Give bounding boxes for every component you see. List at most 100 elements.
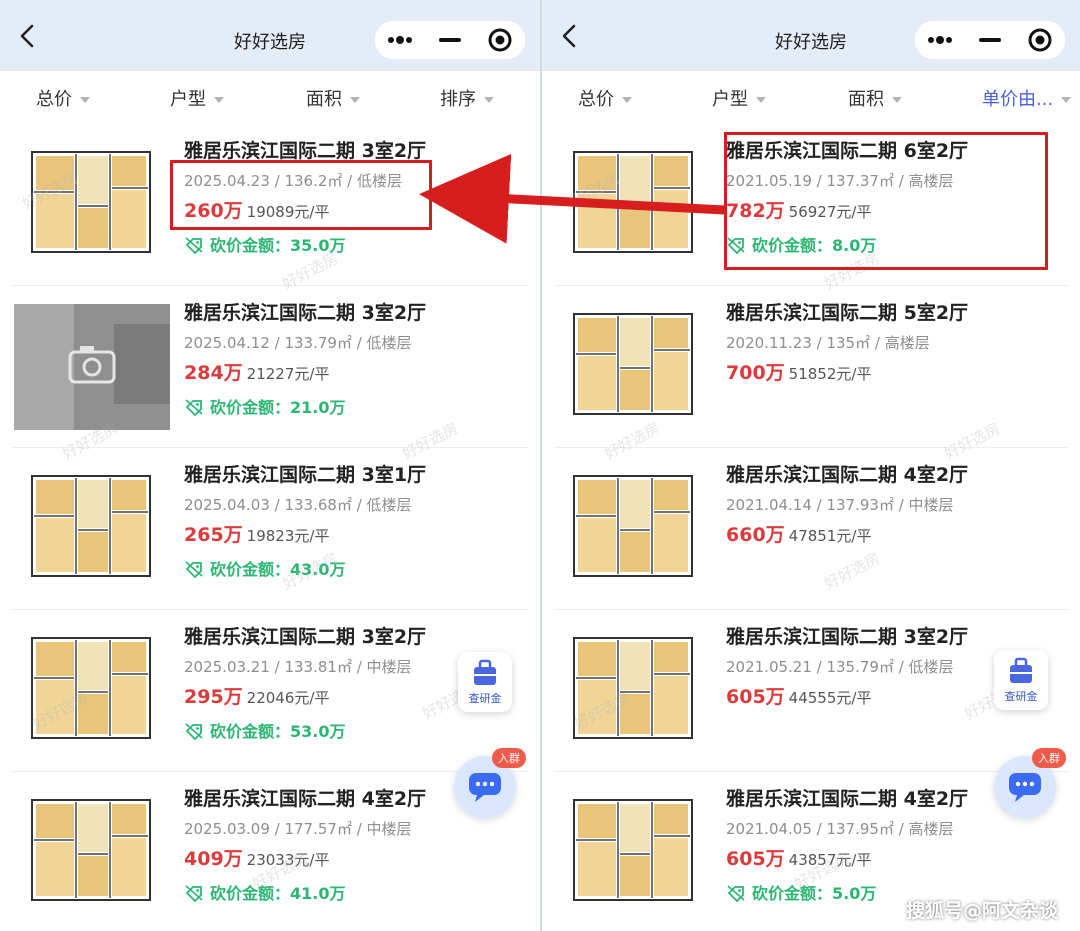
listing-title: 雅居乐滨江国际二期 3室2厅 — [184, 140, 427, 162]
listing-meta: 2025.04.12 / 133.79㎡ / 低楼层 — [184, 334, 412, 352]
minimize-icon[interactable] — [425, 21, 475, 59]
listing-card[interactable]: 雅居乐滨江国际二期 5室2厅 2020.11.23 / 135㎡ / 高楼层 700… — [542, 286, 1080, 448]
bargain-amount: 砍价金额：5.0万 — [726, 880, 876, 904]
listing-price-row: 605万 44555元/平 — [726, 682, 871, 709]
join-group-badge: 入群 — [1032, 748, 1066, 768]
listing-meta: 2021.04.05 / 137.95㎡ / 高楼层 — [726, 820, 954, 838]
group-chat-float-button[interactable]: 入群 — [994, 748, 1066, 818]
unit-price: 47851元/平 — [788, 527, 872, 545]
unit-price: 51852元/平 — [788, 365, 872, 383]
floorplan-image — [556, 304, 712, 430]
chat-bubble-icon — [467, 771, 503, 807]
unit-price: 22046元/平 — [246, 689, 330, 707]
finance-float-button[interactable]: 查研金 — [994, 650, 1048, 710]
total-price: 605万 — [726, 848, 785, 870]
filter-dropdown[interactable]: 面积 — [306, 85, 360, 111]
bargain-amount-text: 砍价金额：53.0万 — [210, 722, 346, 741]
listing-card[interactable]: 雅居乐滨江国际二期 3室2厅 2025.04.23 / 136.2㎡ / 低楼层 2… — [0, 124, 540, 286]
listing-title: 雅居乐滨江国际二期 4室2厅 — [726, 788, 969, 810]
left-phone-screen: 好好选房总价 户型 面积 排序雅居乐滨江国际二期 3室2厅 2025.04.23 / 1… — [0, 0, 540, 931]
floorplan-image — [556, 628, 712, 754]
filter-label: 单价由... — [982, 89, 1054, 110]
source-credit: 搜狐号@阿文杂谈 — [905, 900, 1058, 922]
listing-meta: 2020.11.23 / 135㎡ / 高楼层 — [726, 334, 930, 352]
more-dots-icon[interactable] — [375, 21, 425, 59]
bargain-amount: 砍价金额：41.0万 — [184, 880, 345, 904]
floorplan-image — [14, 142, 170, 268]
filter-dropdown[interactable]: 总价 — [36, 85, 90, 111]
listing-meta: 2025.04.03 / 133.68㎡ / 低楼层 — [184, 496, 412, 514]
bargain-amount-text: 砍价金额：5.0万 — [752, 884, 877, 903]
title-bar: 好好选房 — [542, 0, 1080, 71]
price-tag-cut-icon — [726, 884, 752, 903]
more-dots-icon[interactable] — [915, 21, 965, 59]
finance-float-button[interactable]: 查研金 — [458, 652, 512, 712]
minimize-icon[interactable] — [965, 21, 1015, 59]
chevron-down-icon — [892, 97, 902, 103]
bargain-amount: 砍价金额：53.0万 — [184, 718, 345, 742]
filter-label: 面积 — [306, 89, 342, 110]
bargain-amount: 砍价金额：8.0万 — [726, 232, 876, 256]
listing-price-row: 409万 23033元/平 — [184, 844, 329, 871]
total-price: 782万 — [726, 200, 785, 222]
close-target-icon[interactable] — [1015, 21, 1065, 59]
listing-meta: 2025.03.09 / 177.57㎡ / 中楼层 — [184, 820, 412, 838]
listing-meta: 2021.05.19 / 137.37㎡ / 高楼层 — [726, 172, 954, 190]
unit-price: 19823元/平 — [246, 527, 330, 545]
listing-price-row: 700万 51852元/平 — [726, 358, 871, 385]
miniprogram-capsule — [374, 20, 526, 60]
title-bar: 好好选房 — [0, 0, 540, 71]
filter-dropdown[interactable]: 排序 — [440, 85, 494, 111]
filter-dropdown[interactable]: 户型 — [170, 85, 224, 111]
listing-title: 雅居乐滨江国际二期 5室2厅 — [726, 302, 969, 324]
total-price: 700万 — [726, 362, 785, 384]
listing-meta: 2025.03.21 / 133.81㎡ / 中楼层 — [184, 658, 412, 676]
listing-meta: 2025.04.23 / 136.2㎡ / 低楼层 — [184, 172, 403, 190]
listing-card[interactable]: 雅居乐滨江国际二期 6室2厅 2021.05.19 / 137.37㎡ / 高楼层… — [542, 124, 1080, 286]
floorplan-image — [14, 790, 170, 916]
chevron-down-icon — [756, 97, 766, 103]
bag-icon — [470, 658, 500, 692]
chevron-down-icon — [214, 97, 224, 103]
filter-label: 总价 — [578, 89, 614, 110]
total-price: 295万 — [184, 686, 243, 708]
listing-title: 雅居乐滨江国际二期 3室2厅 — [184, 302, 427, 324]
total-price: 260万 — [184, 200, 243, 222]
price-tag-cut-icon — [184, 398, 210, 417]
group-chat-float-button[interactable]: 入群 — [454, 748, 526, 818]
unit-price: 23033元/平 — [246, 851, 330, 869]
filter-bar: 总价 户型 面积 单价由... — [542, 71, 1080, 123]
listing-card[interactable]: 雅居乐滨江国际二期 3室1厅 2025.04.03 / 133.68㎡ / 低楼层… — [0, 448, 540, 610]
listing-meta: 2021.04.14 / 137.93㎡ / 中楼层 — [726, 496, 954, 514]
filter-label: 总价 — [36, 89, 72, 110]
filter-dropdown[interactable]: 户型 — [712, 85, 766, 111]
listing-title: 雅居乐滨江国际二期 3室2厅 — [184, 626, 427, 648]
bargain-amount-text: 砍价金额：41.0万 — [210, 884, 346, 903]
bargain-amount-text: 砍价金额：8.0万 — [752, 236, 877, 255]
join-group-badge: 入群 — [492, 748, 526, 768]
unit-price: 21227元/平 — [246, 365, 330, 383]
listing-title: 雅居乐滨江国际二期 4室2厅 — [184, 788, 427, 810]
listing-meta: 2021.05.21 / 135.79㎡ / 低楼层 — [726, 658, 954, 676]
floorplan-image — [556, 466, 712, 592]
total-price: 265万 — [184, 524, 243, 546]
chevron-down-icon — [80, 97, 90, 103]
bargain-amount-text: 砍价金额：35.0万 — [210, 236, 346, 255]
filter-label: 面积 — [848, 89, 884, 110]
close-target-icon[interactable] — [475, 21, 525, 59]
listing-price-row: 660万 47851元/平 — [726, 520, 871, 547]
listing-card[interactable]: 雅居乐滨江国际二期 3室2厅 2025.04.12 / 133.79㎡ / 低楼层… — [0, 286, 540, 448]
listing-price-row: 605万 43857元/平 — [726, 844, 871, 871]
unit-price: 44555元/平 — [788, 689, 872, 707]
filter-dropdown[interactable]: 面积 — [848, 85, 902, 111]
price-tag-cut-icon — [184, 722, 210, 741]
listing-card[interactable]: 雅居乐滨江国际二期 4室2厅 2021.04.14 / 137.93㎡ / 中楼层… — [542, 448, 1080, 610]
total-price: 605万 — [726, 686, 785, 708]
filter-dropdown[interactable]: 单价由... — [982, 85, 1072, 111]
chevron-down-icon — [1061, 97, 1072, 103]
unit-price: 19089元/平 — [246, 203, 330, 221]
chat-bubble-icon — [1007, 771, 1043, 807]
filter-dropdown[interactable]: 总价 — [578, 85, 632, 111]
bargain-amount-text: 砍价金额：21.0万 — [210, 398, 346, 417]
bargain-amount: 砍价金额：21.0万 — [184, 394, 345, 418]
